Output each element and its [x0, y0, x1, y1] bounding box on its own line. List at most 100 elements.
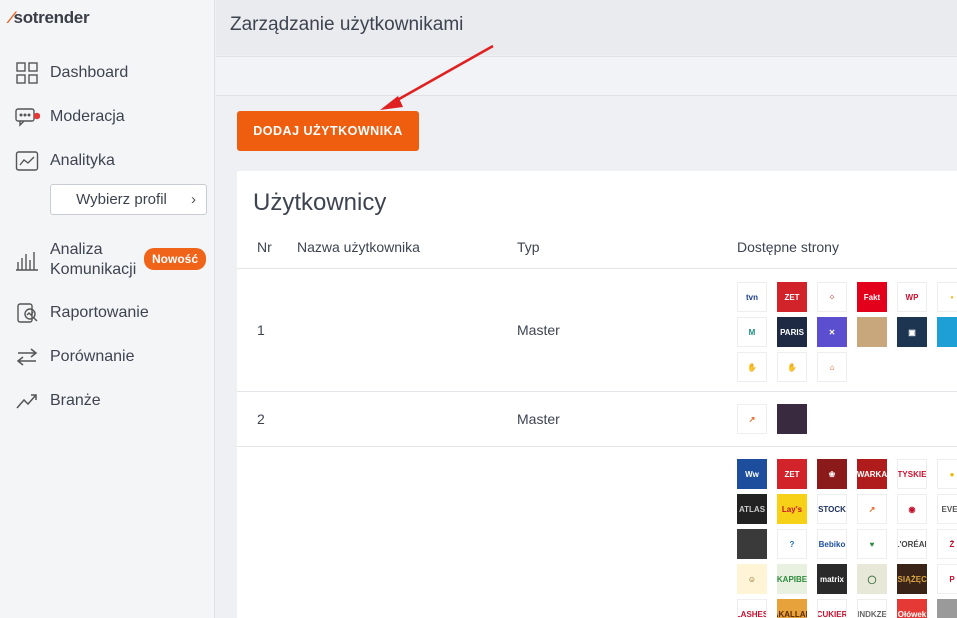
page-thumbnail-label: KAPIBE: [777, 574, 807, 584]
page-thumbnail[interactable]: Bebiko: [817, 529, 847, 559]
page-thumbnail-label: ✋: [787, 362, 797, 372]
page-thumbnail-label: BAKALLAND: [777, 609, 807, 618]
row-type: Master: [517, 322, 560, 338]
compare-icon: [14, 344, 40, 370]
page-thumbnail[interactable]: [777, 404, 807, 434]
page-thumbnail[interactable]: Ołówek: [897, 599, 927, 618]
page-thumbnail[interactable]: ⁘: [817, 282, 847, 312]
page-thumbnail[interactable]: PARIS: [777, 317, 807, 347]
column-header-type: Typ: [517, 239, 540, 255]
page-thumbnail[interactable]: ♥: [857, 529, 887, 559]
page-thumbnail[interactable]: M: [737, 317, 767, 347]
page-thumbnail[interactable]: KSIĄŻĘCE: [897, 564, 927, 594]
sidebar-item-label: Dashboard: [50, 64, 129, 81]
page-thumbnail[interactable]: ▣: [897, 317, 927, 347]
page-thumbnail-label: Ww: [745, 469, 759, 479]
page-thumbnail-label: ◉: [908, 504, 916, 514]
page-thumbnail[interactable]: ◉: [897, 494, 927, 524]
chevron-right-icon: ›: [191, 191, 196, 208]
column-header-pages: Dostępne strony: [737, 239, 839, 255]
page-thumbnail-label: ⌂: [829, 362, 835, 372]
page-thumbnail-label: ZET: [784, 469, 800, 479]
page-thumbnail[interactable]: [937, 317, 957, 347]
column-header-username: Nazwa użytkownika: [297, 239, 420, 255]
page-thumbnail[interactable]: ✕: [817, 317, 847, 347]
page-thumbnail-label: CUKIER: [817, 609, 847, 618]
page-thumbnail-label: LASHES: [737, 609, 767, 618]
sidebar-item-reporting[interactable]: Raportowanie: [0, 295, 215, 331]
page-thumbnail[interactable]: [737, 529, 767, 559]
page-thumbnail[interactable]: WP: [897, 282, 927, 312]
sidebar-item-label-line1: Analiza: [50, 241, 103, 258]
page-thumbnail-label: •: [950, 292, 954, 302]
sidebar-item-dashboard[interactable]: Dashboard: [0, 55, 215, 91]
sidebar-item-industries[interactable]: Branże: [0, 383, 215, 419]
page-thumbnail-label: EVEL: [941, 504, 957, 514]
page-thumbnail[interactable]: KAPIBE: [777, 564, 807, 594]
page-thumbnail[interactable]: ZET: [777, 459, 807, 489]
page-thumbnail[interactable]: ☺: [737, 564, 767, 594]
page-thumbnail[interactable]: ⌂: [817, 352, 847, 382]
page-thumbnail[interactable]: LASHES: [737, 599, 767, 618]
page-thumbnail-label: Fakt: [863, 292, 881, 302]
page-thumbnail[interactable]: ❀: [817, 459, 847, 489]
sidebar-item-analytics[interactable]: Analityka: [0, 143, 215, 179]
page-thumbnail[interactable]: Fakt: [857, 282, 887, 312]
sidebar-item-label: Porównanie: [50, 348, 135, 365]
sidebar-item-label: Raportowanie: [50, 304, 149, 321]
profile-select[interactable]: Wybierz profil ›: [50, 184, 207, 215]
page-thumbnail[interactable]: [857, 317, 887, 347]
page-thumbnail-label: ?: [789, 539, 795, 549]
profile-select-label: Wybierz profil: [76, 191, 167, 208]
page-thumbnail[interactable]: TYSKIE: [897, 459, 927, 489]
page-title: Zarządzanie użytkownikami: [230, 14, 464, 35]
sidebar-item-compare[interactable]: Porównanie: [0, 339, 215, 375]
page-thumbnail[interactable]: L'ORÉAL: [897, 529, 927, 559]
sotrender-logo[interactable]: ⁄sotrender: [10, 8, 90, 28]
page-thumbnail-label: PARIS: [780, 327, 804, 337]
page-thumbnail[interactable]: P: [937, 564, 957, 594]
row-divider: [237, 391, 957, 392]
page-thumbnail[interactable]: •: [937, 282, 957, 312]
row-divider: [237, 268, 957, 269]
sub-header-bar: [216, 56, 957, 96]
page-thumbnail[interactable]: matrix: [817, 564, 847, 594]
page-thumbnail-label: P: [949, 574, 955, 584]
page-thumbnail-label: WP: [905, 292, 919, 302]
page-thumbnail[interactable]: ✋: [737, 352, 767, 382]
page-thumbnail[interactable]: ●: [937, 459, 957, 489]
add-user-button[interactable]: DODAJ UŻYTKOWNIKA: [237, 111, 419, 151]
page-thumbnail[interactable]: ?: [777, 529, 807, 559]
page-thumbnail[interactable]: WARKA: [857, 459, 887, 489]
row-divider: [237, 446, 957, 447]
page-thumbnail-label: TYSKIE: [897, 469, 927, 479]
page-thumbnail[interactable]: ZET: [777, 282, 807, 312]
page-thumbnail[interactable]: Ww: [737, 459, 767, 489]
page-thumbnail[interactable]: STOCK: [817, 494, 847, 524]
page-thumbnail-label: ✋: [747, 362, 757, 372]
page-thumbnail[interactable]: BAKALLAND: [777, 599, 807, 618]
page-thumbnail[interactable]: ✋: [777, 352, 807, 382]
row-type: Master: [517, 411, 560, 427]
page-thumbnail-label: ZET: [784, 292, 800, 302]
page-thumbnail-label: INDKZE: [857, 609, 887, 618]
page-thumbnail-label: Lay's: [781, 504, 803, 514]
page-thumbnail[interactable]: ↗: [737, 404, 767, 434]
sidebar-item-moderation[interactable]: Moderacja: [0, 99, 215, 135]
page-thumbnail-label: ❀: [828, 469, 836, 479]
page-thumbnail[interactable]: ↗: [857, 494, 887, 524]
page-thumbnail[interactable]: EVEL: [937, 494, 957, 524]
sidebar: ⁄sotrender Dashboard Moderacja Analityka…: [0, 0, 215, 618]
page-thumbnail[interactable]: Lay's: [777, 494, 807, 524]
page-thumbnail[interactable]: Ż: [937, 529, 957, 559]
page-thumbnail[interactable]: CUKIER: [817, 599, 847, 618]
page-thumbnail-label: tvn: [746, 292, 758, 302]
page-thumbnail[interactable]: [937, 599, 957, 618]
row-nr: 2: [257, 411, 265, 427]
page-thumbnail-label: ◯: [867, 574, 877, 584]
page-thumbnail[interactable]: ATLAS: [737, 494, 767, 524]
page-thumbnail[interactable]: INDKZE: [857, 599, 887, 618]
page-thumbnail[interactable]: tvn: [737, 282, 767, 312]
page-thumbnail[interactable]: ◯: [857, 564, 887, 594]
page-thumbnail-label: ↗: [748, 414, 756, 424]
